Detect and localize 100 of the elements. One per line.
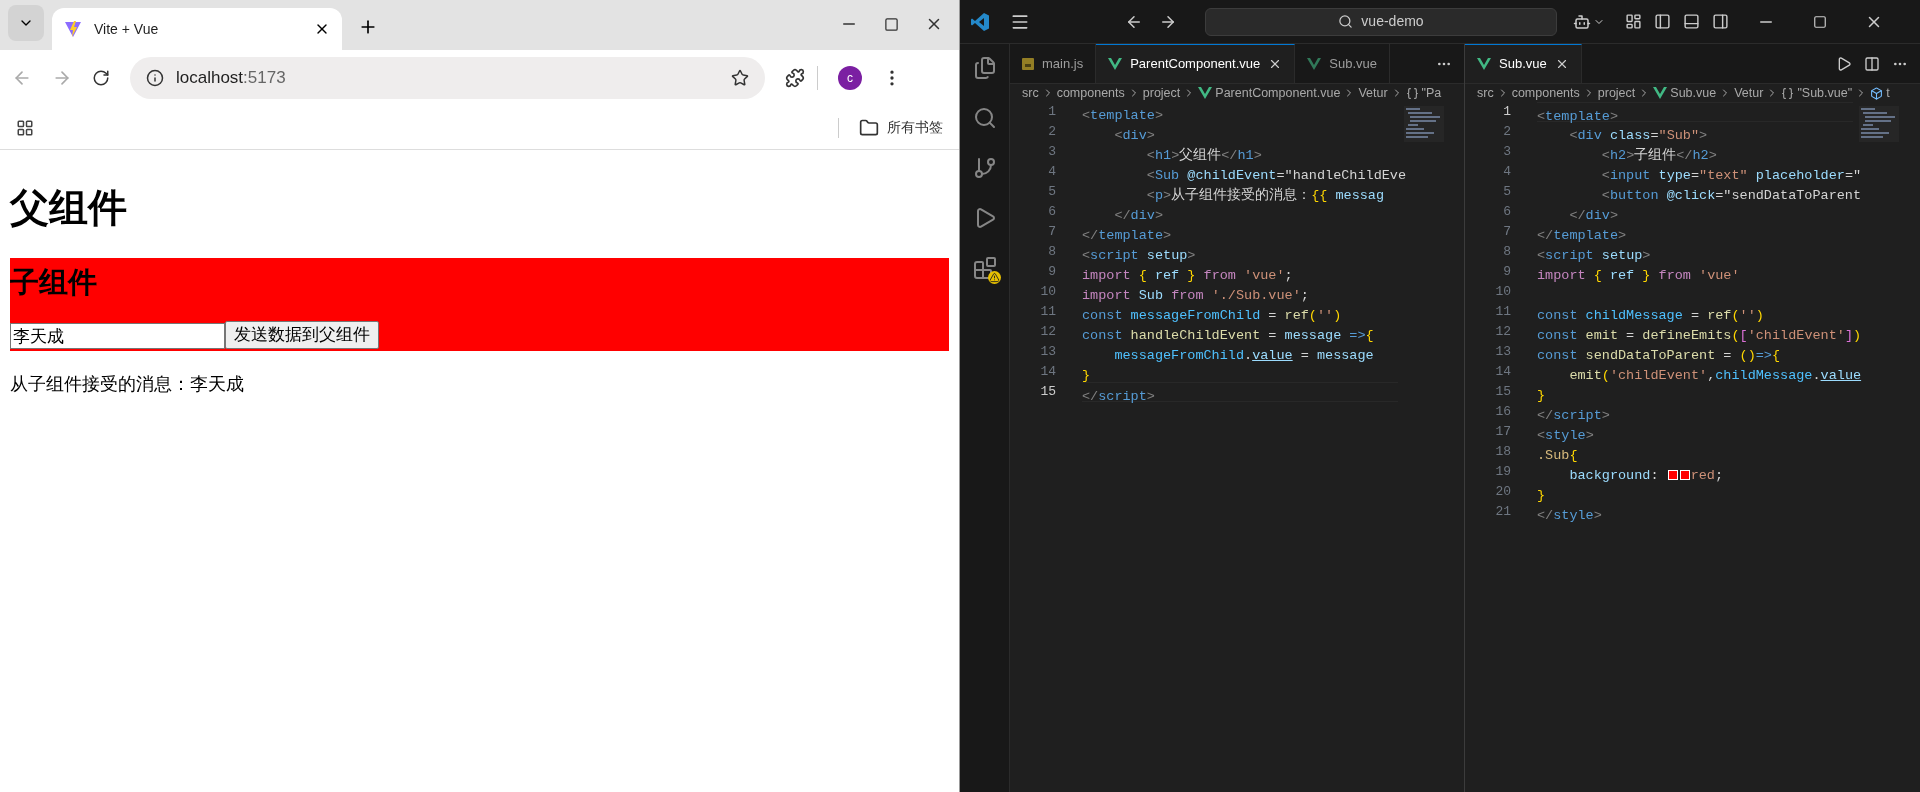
breadcrumb-item[interactable]: project [1597,84,1636,102]
code-line: </div> [1113,207,1164,225]
cube-icon [1870,86,1884,100]
code-line: import { ref } from 'vue' [1537,267,1740,285]
line-number: 16 [1495,404,1511,419]
code-line: emit('childEvent',childMessage.value [1568,367,1862,385]
received-message: 从子组件接受的消息：李天成 [10,373,245,396]
line-number: 12 [1495,324,1511,339]
copilot-icon[interactable] [1573,12,1591,31]
code-line: </style> [1537,507,1602,525]
layout-icon[interactable] [1625,13,1642,30]
code-line: <template> [1537,108,1619,126]
code-line: const emit = defineEmits(['childEvent']) [1537,327,1862,345]
line-number: 2 [1503,124,1511,139]
secondary-sidebar-icon[interactable] [1712,13,1729,30]
panel-toggle-icon[interactable] [1683,13,1700,30]
line-number: 8 [1048,244,1056,259]
code-line: import Sub from './Sub.vue'; [1082,287,1309,305]
code-line: <style> [1537,427,1594,445]
code-line: } [1082,367,1091,385]
tab-label: main.js [1042,54,1084,73]
tab-label: ParentComponent.vue [1130,55,1261,74]
sidebar-toggle-icon[interactable] [1654,13,1671,30]
line-number: 10 [1495,284,1511,299]
line-number: 6 [1048,204,1056,219]
line-number: 13 [1040,344,1056,359]
code-line: .Sub{ [1537,447,1578,465]
code-line: } [1537,487,1546,505]
breadcrumb-item[interactable]: "Sub.vue" [1797,84,1853,102]
lightning-logo-icon [64,20,82,38]
editor-tab[interactable]: Sub.vue [1465,44,1582,83]
editor-tab[interactable]: ParentComponent.vue [1096,44,1296,83]
braces-icon [1405,86,1419,100]
line-number: 21 [1495,504,1511,519]
breadcrumb-item[interactable]: components [1511,84,1580,102]
browser-tab[interactable]: Vite + Vue [52,8,342,50]
line-number: 9 [1048,264,1056,279]
code-line: <h2>子组件</h2> [1600,147,1717,165]
bookmark-star-icon[interactable] [731,69,749,87]
line-number: 11 [1040,304,1056,319]
reload-icon[interactable] [92,69,110,87]
line-number: 3 [1048,144,1056,159]
site-info-icon[interactable] [146,69,164,87]
run-icon[interactable] [1836,55,1852,72]
bookmarks-label: 所有书签 [887,118,943,137]
tab-title: Vite + Vue [94,19,160,39]
code-line: <script setup> [1082,247,1196,265]
code-line: import { ref } from 'vue'; [1082,267,1293,285]
breadcrumb-item[interactable]: components [1056,84,1125,102]
command-search-field[interactable]: vue-demo [1205,7,1557,36]
message-input[interactable]: 李天成 [10,323,225,349]
breadcrumb-item[interactable]: "Pa [1421,84,1442,102]
url-text: localhost:5173 [176,67,287,90]
breadcrumb-item[interactable]: t [1886,84,1890,102]
extensions-icon[interactable] [785,68,805,88]
vue-file-icon [1198,87,1213,99]
source-control-icon[interactable] [972,156,997,180]
search-text: vue-demo [1361,12,1424,31]
code-line: </script> [1537,407,1610,425]
code-line: <script setup> [1537,247,1651,265]
breadcrumb-item[interactable]: src [1022,84,1039,102]
code-line: </template> [1537,227,1627,245]
breadcrumb-item[interactable]: Vetur [1358,84,1388,102]
line-number: 7 [1048,224,1056,239]
vue-file-icon [1307,57,1322,70]
search-icon[interactable] [972,106,997,130]
maximize-icon[interactable] [884,16,899,32]
all-bookmarks-button[interactable]: 所有书签 [859,117,943,138]
apps-icon[interactable] [16,118,34,137]
breadcrumb-item[interactable]: Vetur [1734,84,1764,102]
address-bar[interactable]: localhost:5173 [130,57,765,99]
line-number: 15 [1495,384,1511,399]
split-editor-icon[interactable] [1864,55,1880,72]
breadcrumb-item[interactable]: src [1477,84,1494,102]
tab-label: Sub.vue [1499,55,1547,74]
explorer-icon[interactable] [972,56,997,80]
page-heading: 父组件 [10,185,128,231]
tab-list-button[interactable] [8,5,44,41]
code-line: <template> [1082,107,1164,125]
code-line: </script> [1082,388,1155,406]
line-number: 2 [1048,124,1056,139]
breadcrumb-item[interactable]: Sub.vue [1670,84,1717,102]
child-heading: 子组件 [10,265,98,300]
send-button[interactable]: 发送数据到父组件 [225,321,379,349]
code-line: const handleChildEvent = message =>{ [1082,327,1374,345]
code-line: <button @click="sendDataToParent [1600,187,1862,205]
breadcrumb-item[interactable]: project [1142,84,1181,102]
braces-icon [1781,86,1795,100]
line-number: 12 [1040,324,1056,339]
profile-avatar[interactable]: c [838,66,862,90]
line-number: 15 [1040,384,1056,399]
extensions-icon[interactable] [972,256,997,280]
search-icon [1338,14,1354,29]
vscode-logo-icon [970,11,990,32]
line-number: 11 [1495,304,1511,319]
breadcrumb-item[interactable]: ParentComponent.vue [1215,84,1341,102]
line-number: 5 [1048,184,1056,199]
code-line: background: red; [1568,467,1724,485]
line-number: 3 [1503,144,1511,159]
code-line: messageFromChild.value = message [1113,347,1374,365]
